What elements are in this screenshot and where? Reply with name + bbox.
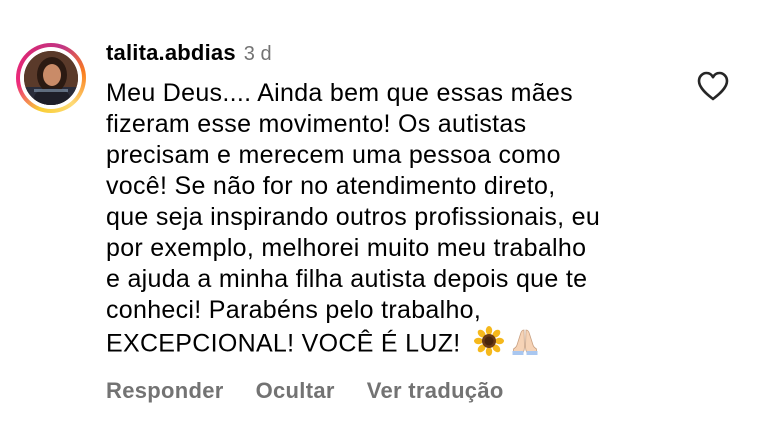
comment-line: você! Se não for no atendimento direto, <box>106 172 556 200</box>
story-ring[interactable] <box>16 43 86 113</box>
comment-header: talita.abdias 3 d <box>106 40 272 70</box>
timestamp[interactable]: 3 d <box>244 43 272 66</box>
comment-item: talita.abdias 3 d Meu Deus.... Ainda bem… <box>0 0 768 433</box>
like-heart-icon[interactable] <box>696 70 730 102</box>
avatar-ring-gap <box>20 47 82 109</box>
comment-line-text: EXCEPCIONAL! VOCÊ É LUZ! <box>106 329 461 358</box>
comment-line-last: EXCEPCIONAL! VOCÊ É LUZ! <box>106 326 686 364</box>
hide-button[interactable]: Ocultar <box>256 378 335 404</box>
comment-text: Meu Deus.... Ainda bem que essas mães fi… <box>106 78 686 364</box>
comment-line: precisam e merecem uma pessoa como <box>106 141 561 169</box>
see-translation-button[interactable]: Ver tradução <box>367 378 504 404</box>
comment-actions: Responder Ocultar Ver tradução <box>106 378 504 404</box>
comment-line: por exemplo, melhorei muito meu trabalho <box>106 234 587 262</box>
sunflower-emoji <box>473 326 504 364</box>
comment-line: Meu Deus.... Ainda bem que essas mães <box>106 79 573 107</box>
reply-button[interactable]: Responder <box>106 378 224 404</box>
folded-hands-emoji <box>510 326 540 364</box>
comment-line: conheci! Parabéns pelo trabalho, <box>106 296 482 324</box>
comment-line: que seja inspirando outros profissionais… <box>106 203 601 231</box>
avatar[interactable] <box>24 51 78 105</box>
avatar-image <box>24 51 78 105</box>
comment-line: e ajuda a minha filha autista depois que… <box>106 265 588 293</box>
comment-line: fizeram esse movimento! Os autistas <box>106 110 527 138</box>
username-link[interactable]: talita.abdias <box>106 40 236 66</box>
